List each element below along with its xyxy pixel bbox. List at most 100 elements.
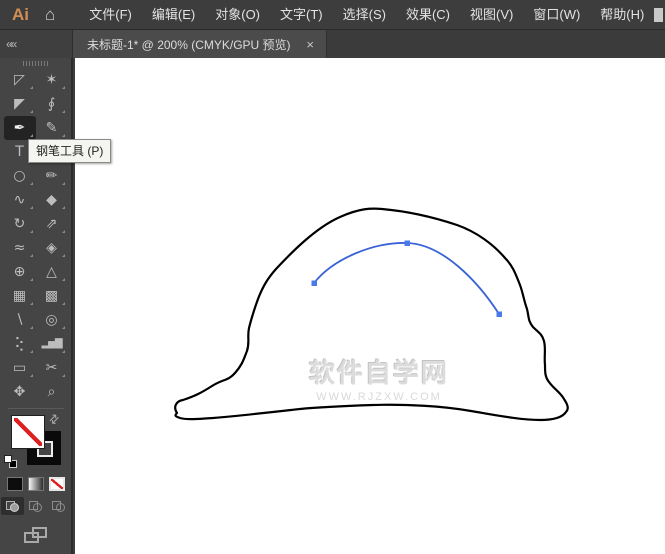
apply-none-button[interactable] [48, 477, 65, 491]
mesh-icon: ▦ [12, 288, 27, 304]
rotate-tool[interactable]: ↻ [4, 212, 36, 236]
default-fill-stroke-icon[interactable] [4, 455, 17, 468]
hand-tool[interactable]: ✥ [4, 380, 36, 404]
ellipse-tool[interactable]: ○ [4, 164, 36, 188]
magic-wand-icon: ✶ [45, 72, 58, 88]
document-tab[interactable]: 未标题-1* @ 200% (CMYK/GPU 预览) × [73, 30, 327, 58]
menu-items: 文件(F) 编辑(E) 对象(O) 文字(T) 选择(S) 效果(C) 视图(V… [79, 0, 654, 30]
artboard-tool[interactable]: ▭ [4, 356, 36, 380]
zoom-tool[interactable]: ⌕ [36, 380, 68, 404]
shape-builder-tool[interactable]: ⊕ [4, 260, 36, 284]
draw-normal-button[interactable] [1, 497, 24, 515]
apply-gradient-button[interactable] [27, 477, 44, 491]
shape-builder-icon: ⊕ [13, 264, 26, 280]
puppet-warp-icon: ◈ [46, 240, 57, 256]
perspective-grid-tool[interactable]: △ [36, 260, 68, 284]
menu-view[interactable]: 视图(V) [460, 0, 523, 30]
lasso-tool[interactable]: ∮ [36, 92, 68, 116]
puppet-warp-tool[interactable]: ◈ [36, 236, 68, 260]
collapse-panel-icon[interactable]: «« [0, 37, 17, 51]
width-tool-icon: ≈ [13, 240, 26, 256]
ellipse-icon: ○ [13, 168, 26, 184]
apply-color-buttons [6, 477, 65, 491]
home-icon[interactable]: ⌂ [37, 5, 63, 25]
scale-tool[interactable]: ⇗ [36, 212, 68, 236]
column-graph-tool[interactable]: ▂▅▇ [36, 332, 68, 356]
gradient-icon: ▩ [44, 288, 59, 304]
tab-bar: «« 未标题-1* @ 200% (CMYK/GPU 预览) × [0, 30, 665, 58]
draw-behind-button[interactable] [24, 497, 47, 515]
fill-swatch-none[interactable] [11, 415, 45, 449]
menu-select[interactable]: 选择(S) [333, 0, 396, 30]
menu-effect[interactable]: 效果(C) [396, 0, 460, 30]
menu-type[interactable]: 文字(T) [270, 0, 333, 30]
slice-icon: ✂ [45, 360, 58, 376]
direct-selection-tool[interactable]: ◤ [4, 92, 36, 116]
toolbar-divider [7, 408, 64, 409]
watermark-title: 软件自学网 [308, 358, 449, 388]
watermark: 软件自学网 WWW.RJZXW.COM [295, 353, 463, 403]
blend-icon: ◎ [45, 312, 58, 328]
column-graph-icon: ▂▅▇ [41, 338, 62, 349]
paintbrush-icon: ✏ [45, 168, 58, 184]
pencil-icon: ∿ [13, 192, 26, 208]
artwork [174, 207, 569, 422]
menu-window[interactable]: 窗口(W) [523, 0, 590, 30]
anchor-point-end[interactable] [496, 311, 503, 318]
selection-arrow-icon: ◸ [14, 72, 25, 88]
eraser-tool[interactable]: ◆ [36, 188, 68, 212]
eyedropper-tool[interactable]: ∖ [4, 308, 36, 332]
symbol-sprayer-icon: ⢕ [14, 336, 25, 352]
toolbar-dock-header: «« [0, 30, 73, 58]
pencil-tool[interactable]: ∿ [4, 188, 36, 212]
curvature-tool[interactable]: ✎ [36, 116, 68, 140]
swap-fill-stroke-icon[interactable]: ⇄ [46, 410, 63, 427]
scale-icon: ⇗ [45, 216, 58, 232]
menu-help[interactable]: 帮助(H) [590, 0, 654, 30]
fill-stroke-widget: ⇄ [0, 410, 72, 475]
perspective-grid-icon: △ [46, 264, 57, 280]
anchor-point-start[interactable] [311, 280, 318, 287]
paintbrush-tool[interactable]: ✏ [36, 164, 68, 188]
slice-tool[interactable]: ✂ [36, 356, 68, 380]
selection-tool[interactable]: ◸ [4, 68, 36, 92]
menu-file[interactable]: 文件(F) [79, 0, 142, 30]
pen-tool-tooltip: 钢笔工具 (P) [28, 139, 112, 163]
rotate-icon: ↻ [13, 216, 26, 232]
change-screen-mode-button[interactable] [23, 527, 48, 545]
panel-grip-handle[interactable] [22, 61, 49, 66]
close-tab-icon[interactable]: × [304, 37, 316, 52]
hand-icon: ✥ [13, 384, 26, 400]
workspace-switcher-icon[interactable] [654, 7, 665, 22]
artboard-canvas[interactable]: 软件自学网 WWW.RJZXW.COM [75, 58, 665, 554]
magnifier-icon: ⌕ [47, 384, 56, 400]
magic-wand-tool[interactable]: ✶ [36, 68, 68, 92]
none-slash-icon [14, 418, 42, 446]
document-tab-title: 未标题-1* @ 200% (CMYK/GPU 预览) [87, 37, 291, 52]
watermark-url: WWW.RJZXW.COM [316, 391, 442, 403]
pen-tool[interactable]: ✒ [3, 116, 36, 140]
tool-grid: ◸ ✶ ◤ ∮ ✒ ✎ T ╲ ○ ✏ ∿ ◆ ↻ ⇗ ≈ ◈ ⊕ △ ▦ ▩ … [3, 68, 68, 404]
apply-color-button[interactable] [6, 477, 23, 491]
width-tool[interactable]: ≈ [4, 236, 36, 260]
draw-inside-button[interactable] [47, 497, 70, 515]
type-icon: T [15, 144, 24, 160]
curvature-pen-icon: ✎ [45, 120, 58, 136]
eyedropper-icon: ∖ [15, 312, 24, 328]
lasso-icon: ∮ [47, 96, 56, 112]
eraser-icon: ◆ [46, 192, 57, 208]
mesh-tool[interactable]: ▦ [4, 284, 36, 308]
menu-object[interactable]: 对象(O) [205, 0, 270, 30]
anchor-point-mid[interactable] [404, 240, 411, 247]
tools-panel: ◸ ✶ ◤ ∮ ✒ ✎ T ╲ ○ ✏ ∿ ◆ ↻ ⇗ ≈ ◈ ⊕ △ ▦ ▩ … [0, 58, 73, 554]
artboard-icon: ▭ [12, 360, 27, 376]
pen-icon: ✒ [13, 120, 26, 136]
ai-logo: Ai [12, 4, 29, 24]
blend-tool[interactable]: ◎ [36, 308, 68, 332]
drawing-mode-buttons [1, 497, 70, 515]
menu-edit[interactable]: 编辑(E) [142, 0, 205, 30]
direct-selection-arrow-icon: ◤ [14, 96, 25, 112]
symbol-sprayer-tool[interactable]: ⢕ [4, 332, 36, 356]
menu-bar: Ai ⌂ 文件(F) 编辑(E) 对象(O) 文字(T) 选择(S) 效果(C)… [0, 0, 665, 30]
gradient-tool[interactable]: ▩ [36, 284, 68, 308]
